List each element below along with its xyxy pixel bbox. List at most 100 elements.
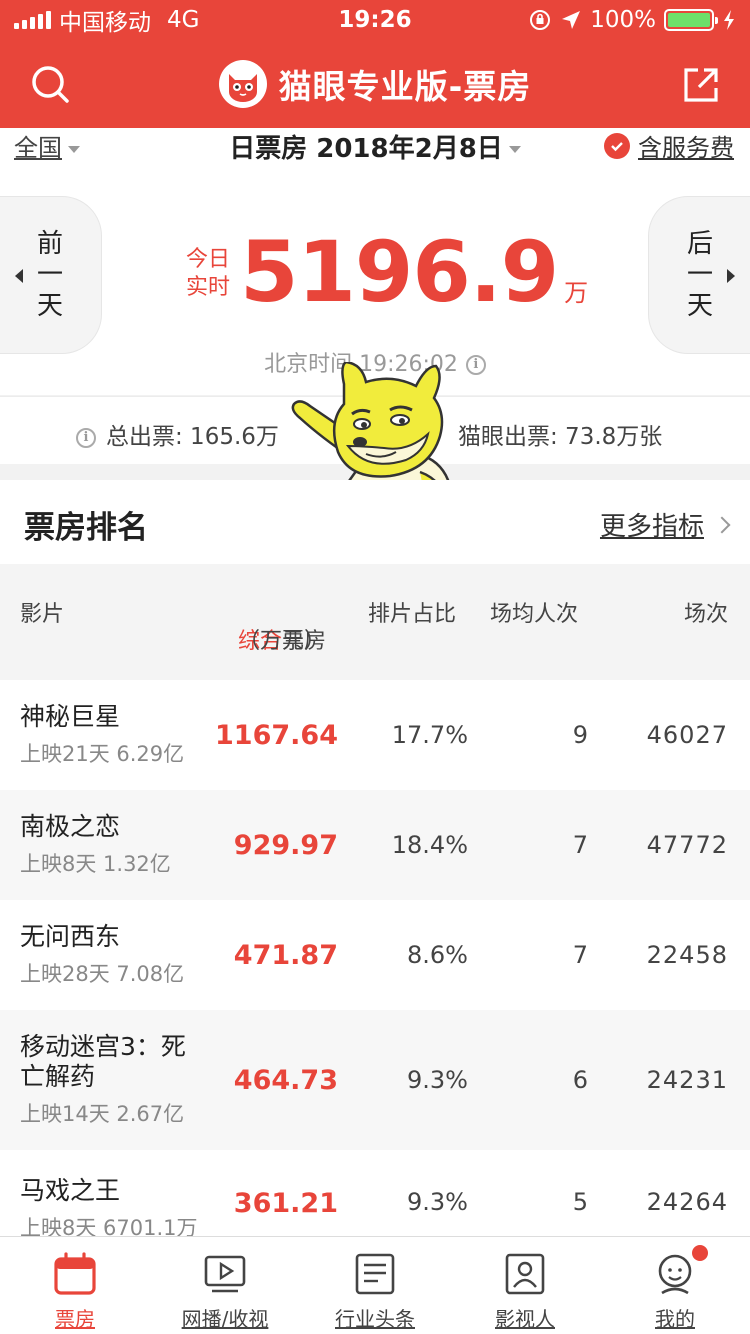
share-icon[interactable] [682, 66, 720, 104]
film-avg-attendance: 9 [572, 721, 588, 749]
tab-streaming[interactable]: 网播/收视 [150, 1237, 300, 1334]
tab-box-office[interactable]: 票房 [0, 1237, 150, 1334]
check-icon [604, 132, 630, 159]
info-icon[interactable]: i [76, 427, 96, 448]
ranking-header: 票房排名 更多指标 [0, 480, 750, 564]
charging-icon [724, 10, 734, 30]
maoyan-tickets: 猫眼出票: 73.8万张 [458, 424, 663, 450]
film-release-info: 上映8天 1.32亿 [20, 852, 171, 876]
carrier-label: 中国移动 [59, 10, 151, 36]
film-share: 9.3% [407, 1188, 468, 1216]
film-release-info: 上映14天 2.67亿 [20, 1102, 185, 1126]
box-office-unit: 万 [564, 279, 589, 307]
prev-day-char: 一 [36, 259, 63, 290]
maoyan-logo [218, 60, 267, 108]
total-tickets: i 总出票: 165.6万 [76, 417, 279, 451]
total-tickets-label: 总出票: 165.6万 [106, 424, 279, 450]
location-arrow-icon [562, 11, 581, 29]
rotation-lock-icon [530, 10, 551, 30]
film-name: 无问西东 [20, 922, 121, 951]
play-icon [204, 1255, 246, 1293]
film-shows: 24264 [646, 1188, 728, 1216]
film-box-office: 464.73 [233, 1064, 338, 1096]
chevron-right-icon [713, 516, 731, 533]
film-box-office: 361.21 [233, 1188, 338, 1219]
film-name: 南极之恋 [20, 812, 121, 841]
film-share: 17.7% [391, 721, 468, 749]
table-header: 影片 综合票房 （万元） 排片占比 场均人次 场次 [0, 564, 750, 680]
signal-icon [14, 11, 51, 29]
chevron-down-icon [68, 145, 80, 153]
tab-label: 网播/收视 [181, 1307, 269, 1331]
prev-day-char: 天 [36, 290, 63, 321]
info-icon[interactable]: i [465, 355, 486, 375]
live-label-today: 今日 [186, 247, 231, 272]
film-shows: 46027 [646, 721, 728, 749]
tab-label: 我的 [655, 1307, 695, 1331]
table-row[interactable]: 移动迷宫3：死亡解药 上映14天 2.67亿 464.73 9.3% 6 2423… [0, 1010, 750, 1150]
more-metrics-link[interactable]: 更多指标 [599, 506, 731, 543]
next-day-char: 一 [686, 259, 713, 290]
film-release-info: 上映21天 6.29亿 [20, 742, 185, 766]
arrow-right-icon [727, 269, 735, 283]
table-row[interactable]: 神秘巨星上映21天 6.29亿 1167.64 17.7% 9 46027 [0, 680, 750, 790]
next-day-button[interactable]: 后一天 [648, 196, 750, 354]
film-share: 8.6% [407, 941, 468, 969]
battery-icon [664, 9, 718, 31]
calendar-icon [54, 1252, 96, 1295]
tab-people[interactable]: 影视人 [450, 1237, 600, 1334]
film-share: 18.4% [391, 831, 468, 859]
tab-label: 影视人 [495, 1307, 555, 1331]
film-name: 神秘巨星 [20, 702, 121, 731]
box-office-summary: 前一天 今日 实时 5196.9 万 后一天 北京时间 19:26:02 i [0, 168, 750, 395]
next-day-char: 天 [686, 290, 713, 321]
service-fee-label: 含服务费 [638, 134, 734, 162]
service-fee-toggle[interactable]: 含服务费 [604, 128, 734, 163]
person-card-icon [505, 1253, 545, 1295]
col-share[interactable]: 排片占比 [368, 596, 456, 628]
tab-label: 票房 [55, 1307, 95, 1331]
prev-day-char: 前 [36, 228, 63, 259]
film-box-office: 1167.64 [215, 719, 338, 751]
date-label: 日票房 2018年2月8日 [229, 134, 503, 164]
film-shows: 24231 [646, 1066, 728, 1094]
film-avg-attendance: 7 [572, 831, 588, 859]
network-label: 4G [167, 7, 200, 33]
col-film[interactable]: 影片 [20, 596, 64, 628]
news-icon [355, 1253, 395, 1295]
realtime-box-office: 今日 实时 5196.9 万 [186, 230, 588, 314]
film-avg-attendance: 7 [572, 941, 588, 969]
prev-day-button[interactable]: 前一天 [0, 196, 102, 354]
film-share: 9.3% [407, 1066, 468, 1094]
arrow-left-icon [15, 269, 23, 283]
status-bar: 中国移动 4G 19:26 100% [0, 0, 750, 40]
tab-me[interactable]: 我的 [600, 1237, 750, 1334]
col-shows[interactable]: 场次 [684, 596, 728, 628]
table-row[interactable]: 南极之恋上映8天 1.32亿 929.97 18.4% 7 47772 [0, 790, 750, 900]
table-row[interactable]: 无问西东上映28天 7.08亿 471.87 8.6% 7 22458 [0, 900, 750, 1010]
user-icon [658, 1254, 692, 1295]
bottom-tab-bar: 票房 网播/收视 行业头条 影视人 我的 [0, 1236, 750, 1334]
film-shows: 47772 [646, 831, 728, 859]
more-metrics-label: 更多指标 [599, 512, 704, 542]
filter-row: 全国 日票房 2018年2月8日 含服务费 [0, 128, 750, 168]
film-box-office: 929.97 [233, 829, 338, 861]
next-day-char: 后 [686, 228, 713, 259]
film-name: 移动迷宫3：死亡解药 [20, 1032, 186, 1091]
page-title-wrap: 猫眼专业版-票房 [0, 40, 750, 128]
box-office-value: 5196.9 [240, 223, 559, 321]
page-title: 猫眼专业版-票房 [278, 67, 532, 106]
col-avg-attendance[interactable]: 场均人次 [490, 596, 578, 628]
ranking-title: 票房排名 [24, 510, 148, 546]
battery-percent: 100% [590, 7, 656, 33]
region-label: 全国 [14, 134, 62, 162]
tab-news[interactable]: 行业头条 [300, 1237, 450, 1334]
film-box-office: 471.87 [233, 939, 338, 971]
film-shows: 22458 [646, 941, 728, 969]
region-dropdown[interactable]: 全国 [14, 128, 80, 163]
chevron-down-icon [508, 146, 521, 153]
tab-label: 行业头条 [335, 1307, 415, 1331]
film-avg-attendance: 5 [572, 1188, 588, 1216]
live-label-realtime: 实时 [186, 275, 231, 300]
film-release-info: 上映28天 7.08亿 [20, 962, 185, 986]
